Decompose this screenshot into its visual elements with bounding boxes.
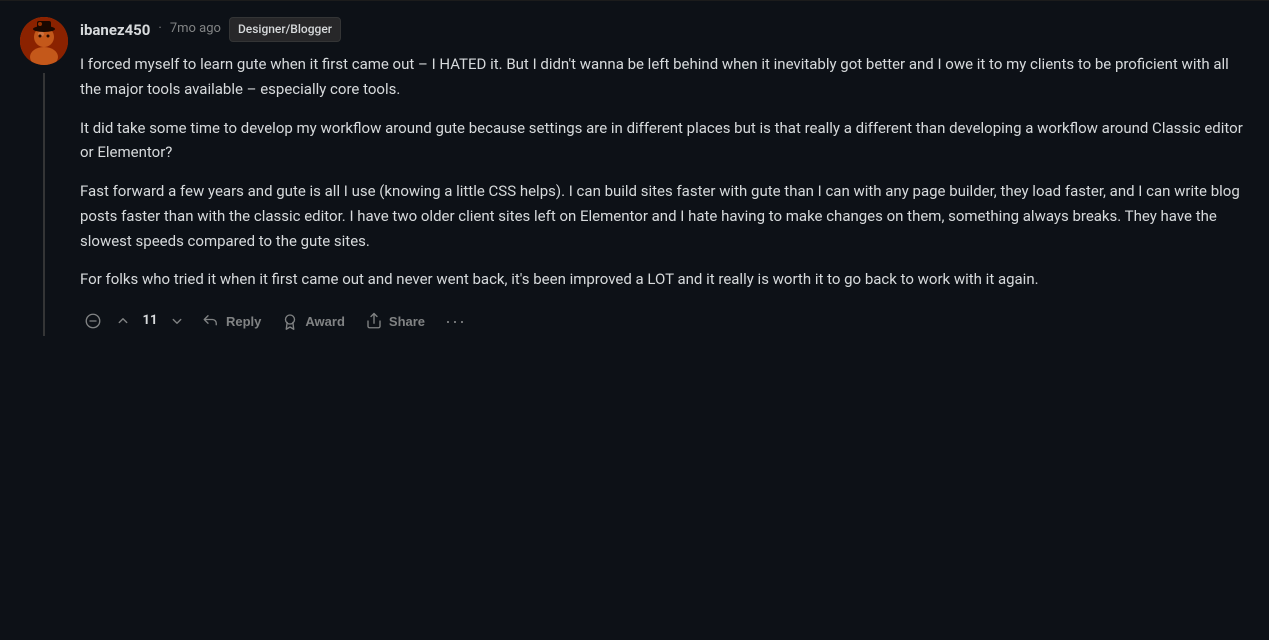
comment-body: I forced myself to learn gute when it fi… — [80, 52, 1249, 292]
collapse-button[interactable] — [80, 308, 106, 334]
share-icon — [365, 312, 383, 330]
reply-button[interactable]: Reply — [194, 306, 269, 336]
vote-count: 11 — [140, 311, 160, 332]
paragraph-1: I forced myself to learn gute when it fi… — [80, 52, 1249, 102]
comment-header: ibanez450 · 7mo ago Designer/Blogger — [80, 17, 1249, 42]
downvote-icon — [168, 312, 186, 330]
reply-label: Reply — [226, 314, 261, 329]
paragraph-3: Fast forward a few years and gute is all… — [80, 179, 1249, 253]
avatar — [20, 17, 68, 65]
comment-actions: 11 Reply — [80, 306, 1249, 336]
collapse-icon — [84, 312, 102, 330]
flair-badge: Designer/Blogger — [229, 17, 341, 42]
upvote-icon — [114, 312, 132, 330]
award-button[interactable]: Award — [273, 306, 353, 336]
downvote-button[interactable] — [164, 308, 190, 334]
vote-section: 11 — [110, 308, 190, 334]
paragraph-4: For folks who tried it when it first cam… — [80, 267, 1249, 292]
share-button[interactable]: Share — [357, 306, 433, 336]
paragraph-2: It did take some time to develop my work… — [80, 116, 1249, 166]
award-label: Award — [305, 314, 345, 329]
time-ago: 7mo ago — [170, 19, 221, 40]
right-column: ibanez450 · 7mo ago Designer/Blogger I f… — [80, 17, 1249, 336]
comment-container: ibanez450 · 7mo ago Designer/Blogger I f… — [0, 1, 1269, 352]
share-label: Share — [389, 314, 425, 329]
reply-icon — [202, 312, 220, 330]
dot-separator: · — [158, 19, 161, 40]
thread-line — [43, 73, 45, 336]
upvote-button[interactable] — [110, 308, 136, 334]
username: ibanez450 — [80, 18, 150, 42]
left-column — [20, 17, 68, 336]
more-options-button[interactable]: ··· — [437, 306, 474, 336]
more-dots: ··· — [445, 311, 466, 331]
award-icon — [281, 312, 299, 330]
